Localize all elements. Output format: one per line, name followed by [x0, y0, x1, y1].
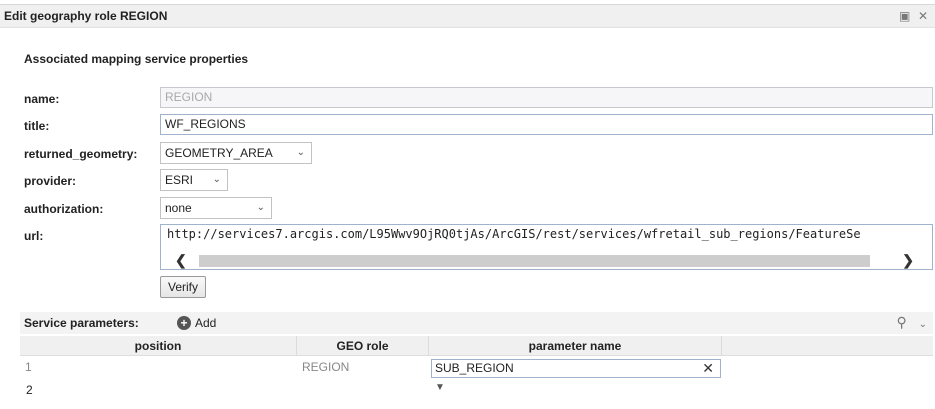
table-row[interactable]: 2	[20, 383, 933, 401]
returned-geometry-value: GEOMETRY_AREA	[165, 146, 273, 160]
verify-button[interactable]: Verify	[160, 276, 207, 298]
dialog-title: Edit geography role REGION	[4, 9, 168, 23]
add-parameter-button[interactable]: + Add	[177, 315, 216, 330]
column-header-position[interactable]: position	[20, 339, 296, 353]
url-horizontal-scrollbar[interactable]: ❮ ❯	[161, 252, 932, 269]
parameters-table-header: position GEO role parameter name	[20, 336, 933, 356]
service-parameters-toolbar: Service parameters: + Add ⚲ ⌄	[20, 312, 933, 334]
restore-icon[interactable]: ▣	[899, 9, 910, 23]
provider-label: provider:	[24, 174, 77, 188]
search-tools[interactable]: ⚲ ⌄	[896, 314, 927, 331]
column-header-geo-role[interactable]: GEO role	[297, 339, 428, 353]
column-header-parameter-name[interactable]: parameter name	[429, 339, 721, 353]
row-geo-role: REGION	[302, 360, 350, 374]
url-value: http://services7.arcgis.com/L95Wwv9OjRQ0…	[167, 227, 861, 241]
provider-select[interactable]: ESRI ⌄	[160, 169, 228, 191]
authorization-value: none	[165, 201, 192, 215]
section-title: Associated mapping service properties	[24, 52, 249, 66]
chevron-down-icon: ⌄	[212, 174, 221, 185]
chevron-down-icon: ⌄	[296, 147, 305, 158]
name-field: REGION	[160, 87, 933, 108]
column-divider	[721, 336, 722, 356]
search-icon[interactable]: ⚲	[896, 314, 906, 330]
title-label: title:	[24, 119, 50, 133]
scroll-left-icon[interactable]: ❮	[175, 252, 187, 269]
row-position: 1	[25, 360, 32, 374]
parameter-name-value: SUB_REGION	[435, 361, 514, 375]
url-textarea[interactable]: http://services7.arcgis.com/L95Wwv9OjRQ0…	[160, 224, 933, 270]
add-circle-icon: +	[177, 315, 191, 330]
scroll-right-icon[interactable]: ❯	[902, 252, 914, 269]
close-icon[interactable]: ✕	[918, 9, 928, 23]
provider-value: ESRI	[165, 173, 194, 187]
authorization-label: authorization:	[24, 202, 104, 216]
chevron-down-icon: ⌄	[256, 202, 265, 213]
chevron-down-icon[interactable]: ▼	[435, 382, 445, 393]
name-label: name:	[24, 92, 60, 106]
dialog-titlebar: Edit geography role REGION ▣ ✕	[0, 4, 935, 28]
returned-geometry-select[interactable]: GEOMETRY_AREA ⌄	[160, 142, 312, 164]
chevron-down-icon[interactable]: ⌄	[919, 319, 927, 330]
clear-icon[interactable]: ✕	[702, 360, 714, 377]
returned-geometry-label: returned_geometry:	[24, 147, 138, 161]
parameter-name-input[interactable]: SUB_REGION ✕	[431, 359, 721, 378]
url-label: url:	[24, 229, 44, 243]
add-label: Add	[195, 315, 217, 330]
title-field[interactable]: WF_REGIONS	[160, 114, 933, 135]
scrollbar-thumb[interactable]	[199, 255, 870, 267]
authorization-select[interactable]: none ⌄	[160, 197, 272, 219]
service-parameters-label: Service parameters:	[24, 316, 139, 330]
row-position: 2	[26, 383, 33, 397]
